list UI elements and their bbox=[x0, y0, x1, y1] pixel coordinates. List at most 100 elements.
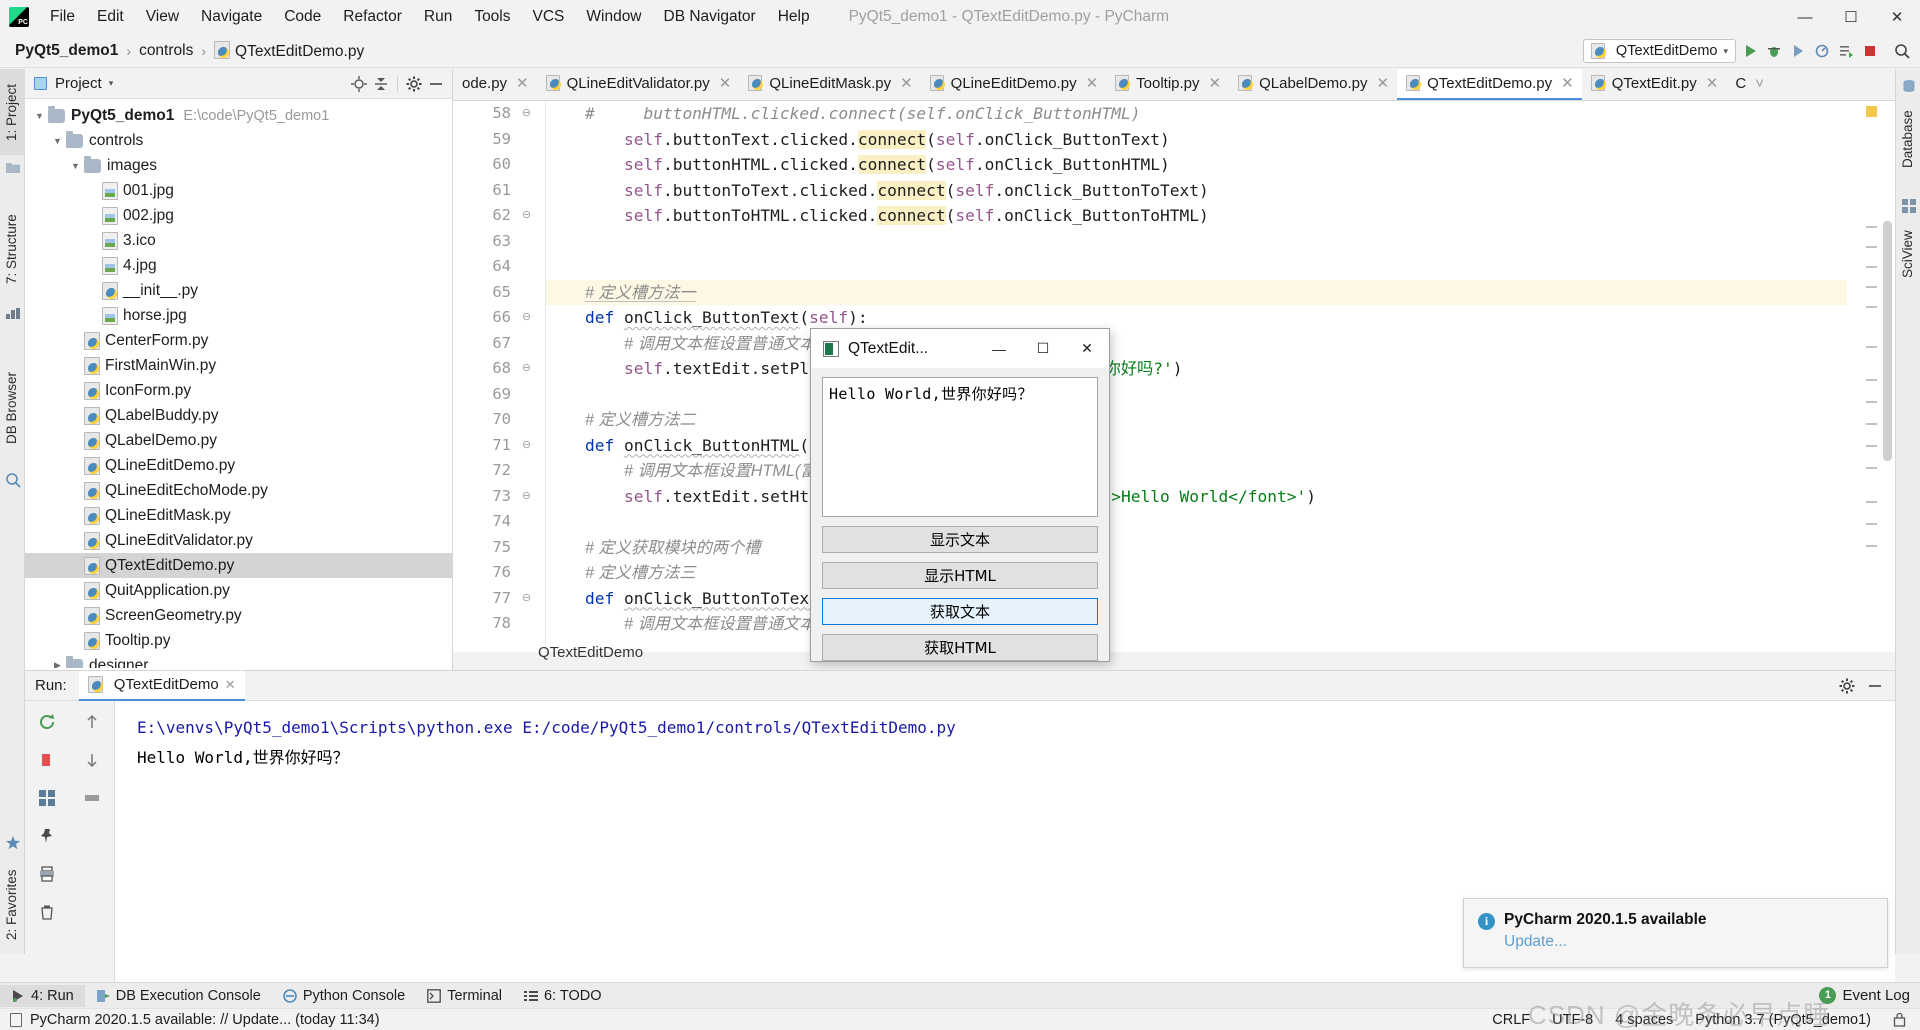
collapse-all-icon[interactable] bbox=[371, 74, 391, 94]
bottom-tab-python-console[interactable]: Python Console bbox=[272, 985, 416, 1007]
editor-tab-qlineeditmask[interactable]: QLineEditMask.py ✕ bbox=[739, 69, 920, 100]
tree-item[interactable]: Tooltip.py bbox=[25, 628, 452, 653]
close-icon[interactable]: ✕ bbox=[1706, 74, 1719, 92]
editor-tab-c[interactable]: C ˅ bbox=[1726, 69, 1772, 100]
show-html-button[interactable]: 显示HTML bbox=[822, 562, 1098, 589]
tree-item[interactable]: FirstMainWin.py bbox=[25, 353, 452, 378]
menu-item-edit[interactable]: Edit bbox=[86, 4, 135, 30]
editor-scrollbar-thumb[interactable] bbox=[1883, 221, 1892, 461]
bottom-tab-terminal[interactable]: Terminal bbox=[416, 985, 513, 1007]
qtextedit-demo-dialog[interactable]: QTextEdit... — ☐ ✕ Hello World,世界你好吗？ 显示… bbox=[810, 328, 1110, 662]
status-message[interactable]: PyCharm 2020.1.5 available: // Update...… bbox=[30, 1012, 380, 1028]
tree-item[interactable]: __init__.py bbox=[25, 278, 452, 303]
chevron-down-icon[interactable]: ▼ bbox=[49, 136, 66, 146]
chevron-down-icon[interactable]: ▼ bbox=[67, 161, 84, 171]
breadcrumb-item-2[interactable]: QTextEditDemo.py bbox=[211, 40, 367, 62]
show-text-button[interactable]: 显示文本 bbox=[822, 526, 1098, 553]
gear-icon[interactable] bbox=[1837, 676, 1857, 696]
debug-button[interactable] bbox=[1764, 41, 1784, 61]
tree-item[interactable]: QLineEditMask.py bbox=[25, 503, 452, 528]
tree-item[interactable]: 3.ico bbox=[25, 228, 452, 253]
maximize-icon[interactable]: ☐ bbox=[1828, 0, 1874, 34]
close-icon[interactable]: ✕ bbox=[1874, 0, 1920, 34]
rerun-icon[interactable] bbox=[36, 711, 58, 733]
menu-item-help[interactable]: Help bbox=[767, 4, 821, 30]
sidebar-item-project[interactable]: 1: Project bbox=[0, 69, 25, 155]
chevron-down-icon[interactable]: ˅ bbox=[1755, 75, 1764, 92]
hide-panel-icon[interactable] bbox=[1865, 676, 1885, 696]
tree-item[interactable]: QTextEditDemo.py bbox=[25, 553, 452, 578]
tree-item[interactable]: ScreenGeometry.py bbox=[25, 603, 452, 628]
tree-item[interactable]: QuitApplication.py bbox=[25, 578, 452, 603]
menu-item-refactor[interactable]: Refactor bbox=[332, 4, 413, 30]
tree-item[interactable]: horse.jpg bbox=[25, 303, 452, 328]
code-fold-icon[interactable]: ⊖ bbox=[520, 490, 533, 503]
notification-balloon[interactable]: i PyCharm 2020.1.5 available Update... bbox=[1463, 898, 1888, 968]
get-text-button[interactable]: 获取文本 bbox=[822, 598, 1098, 625]
menu-item-db-navigator[interactable]: DB Navigator bbox=[653, 4, 767, 30]
close-icon[interactable]: ✕ bbox=[719, 74, 732, 92]
run-with-arguments-button[interactable] bbox=[1836, 41, 1856, 61]
menu-item-window[interactable]: Window bbox=[575, 4, 652, 30]
stop-button[interactable] bbox=[1860, 41, 1880, 61]
editor-marker-strip[interactable] bbox=[1863, 101, 1879, 652]
hide-panel-icon[interactable] bbox=[426, 74, 446, 94]
bottom-tab-db-execution-console[interactable]: DB Execution Console bbox=[85, 985, 272, 1007]
run-button[interactable] bbox=[1740, 41, 1760, 61]
status-indent[interactable]: 4 spaces bbox=[1615, 1012, 1673, 1028]
tree-item[interactable]: 001.jpg bbox=[25, 178, 452, 203]
menu-item-view[interactable]: View bbox=[135, 4, 190, 30]
close-icon[interactable]: ✕ bbox=[1209, 74, 1222, 92]
code-fold-icon[interactable]: ⊖ bbox=[520, 592, 533, 605]
run-tab-qtexteditdemo[interactable]: QTextEditDemo ✕ bbox=[78, 670, 245, 701]
close-icon[interactable]: ✕ bbox=[225, 677, 236, 693]
notification-update-link[interactable]: Update... bbox=[1504, 933, 1873, 951]
coverage-button[interactable] bbox=[1788, 41, 1808, 61]
editor-tab-qtextedit[interactable]: QTextEdit.py ✕ bbox=[1582, 69, 1727, 100]
scroll-up-icon[interactable] bbox=[81, 711, 103, 733]
breadcrumb-item-1[interactable]: controls bbox=[136, 41, 196, 61]
close-icon[interactable]: ✕ bbox=[516, 74, 529, 92]
search-everywhere-icon[interactable] bbox=[1892, 41, 1912, 61]
chevron-down-icon[interactable]: ▼ bbox=[31, 111, 48, 121]
sidebar-item-sciview[interactable]: SciView bbox=[1896, 219, 1920, 289]
profile-button[interactable] bbox=[1812, 41, 1832, 61]
tree-item[interactable]: QLineEditEchoMode.py bbox=[25, 478, 452, 503]
bottom-tab-4-run[interactable]: 4: Run bbox=[0, 984, 85, 1007]
tree-item[interactable]: ▼ images bbox=[25, 153, 452, 178]
menu-item-file[interactable]: File bbox=[39, 4, 86, 30]
tree-item[interactable]: QLineEditValidator.py bbox=[25, 528, 452, 553]
tree-item[interactable]: 002.jpg bbox=[25, 203, 452, 228]
close-icon[interactable]: ✕ bbox=[1377, 74, 1390, 92]
status-interpreter[interactable]: Python 3.7 (PyQt5_demo1) bbox=[1695, 1012, 1871, 1028]
tree-item[interactable]: CenterForm.py bbox=[25, 328, 452, 353]
grid-icon[interactable] bbox=[36, 787, 58, 809]
sidebar-item-favorites[interactable]: 2: Favorites bbox=[0, 856, 25, 954]
tree-item[interactable]: ▼ PyQt5_demo1 E:\code\PyQt5_demo1 bbox=[25, 103, 452, 128]
status-line-separator[interactable]: CRLF bbox=[1492, 1012, 1530, 1028]
editor-scrollbar[interactable] bbox=[1879, 101, 1895, 652]
menu-item-run[interactable]: Run bbox=[413, 4, 463, 30]
code-editor[interactable]: 58 ⊖ 59 60 61 62 ⊖ 63 64 65 66 ⊖ 67 68 ⊖ 69 70 71 ⊖ 72 73 ⊖ 74… bbox=[453, 101, 1895, 652]
code-fold-icon[interactable]: ⊖ bbox=[520, 209, 533, 222]
editor-tab-tooltip[interactable]: Tooltip.py ✕ bbox=[1106, 69, 1229, 100]
close-icon[interactable]: ✕ bbox=[900, 74, 913, 92]
editor-tab-qlineeditdemo[interactable]: QLineEditDemo.py ✕ bbox=[921, 69, 1106, 100]
dialog-minimize-icon[interactable]: — bbox=[977, 329, 1021, 368]
dialog-maximize-icon[interactable]: ☐ bbox=[1021, 329, 1065, 368]
breadcrumb-item-0[interactable]: PyQt5_demo1 bbox=[12, 41, 121, 61]
tree-item[interactable]: QLabelDemo.py bbox=[25, 428, 452, 453]
tree-item[interactable]: 4.jpg bbox=[25, 253, 452, 278]
gear-icon[interactable] bbox=[404, 74, 424, 94]
tree-item[interactable]: QLineEditDemo.py bbox=[25, 453, 452, 478]
code-fold-icon[interactable]: ⊖ bbox=[520, 107, 533, 120]
editor-code-area[interactable]: # buttonHTML.clicked.connect(self.onClic… bbox=[546, 101, 1847, 652]
print-icon[interactable] bbox=[36, 863, 58, 885]
status-lock-icon[interactable] bbox=[1893, 1012, 1906, 1027]
tree-item[interactable]: ▼ controls bbox=[25, 128, 452, 153]
tree-item[interactable]: QLabelBuddy.py bbox=[25, 403, 452, 428]
code-fold-icon[interactable]: ⊖ bbox=[520, 439, 533, 452]
menu-item-tools[interactable]: Tools bbox=[463, 4, 521, 30]
code-fold-icon[interactable]: ⊖ bbox=[520, 362, 533, 375]
sidebar-item-db-browser[interactable]: DB Browser bbox=[0, 349, 25, 467]
